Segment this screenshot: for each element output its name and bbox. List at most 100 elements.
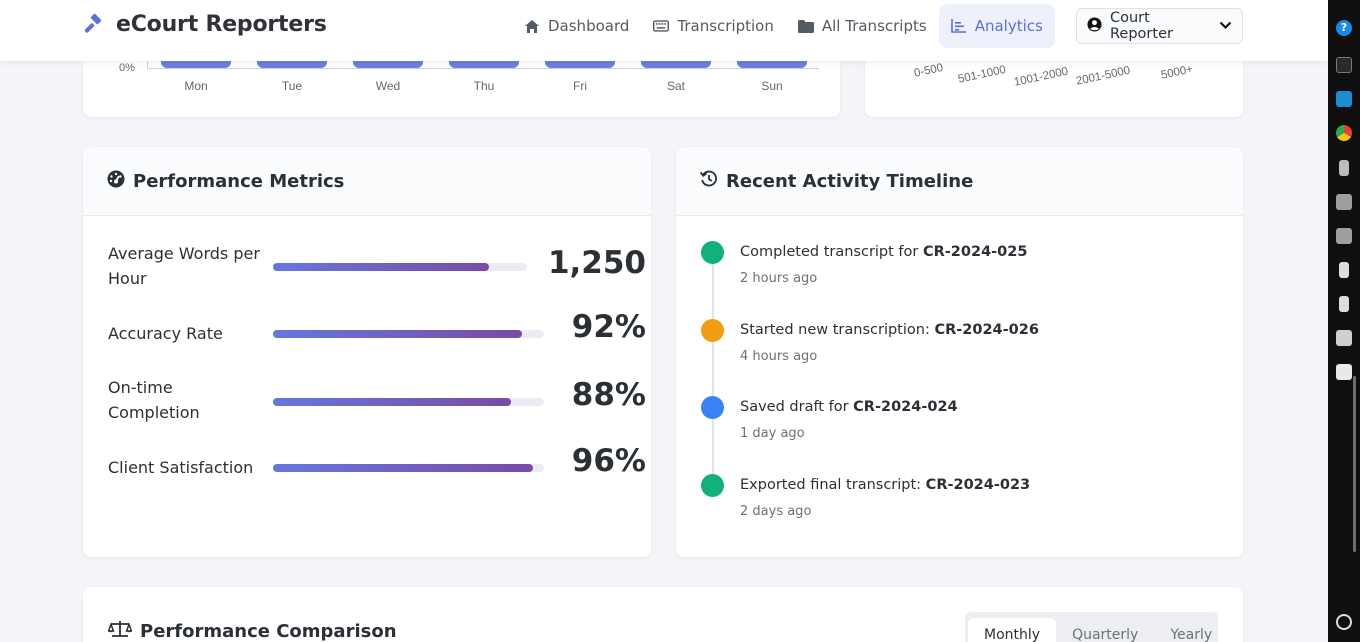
metric-progress-track <box>273 398 544 406</box>
timeline-time: 1 day ago <box>740 426 805 441</box>
dock-scrollbar[interactable] <box>1353 376 1356 552</box>
tachometer-icon <box>107 170 125 193</box>
x-tick-label: Sun <box>761 79 783 93</box>
timeline-time: 2 days ago <box>740 504 812 519</box>
timeline-case-id[interactable]: CR-2024-025 <box>923 244 1027 260</box>
range-tick-label: 0-500 <box>913 61 945 80</box>
timeline-connector <box>712 252 714 492</box>
metric-label: Client Satisfaction <box>108 458 254 477</box>
nav-analytics-label: Analytics <box>974 17 1043 35</box>
metric-progress-fill <box>273 398 512 406</box>
tab-yearly[interactable]: Yearly <box>1154 618 1228 642</box>
activity-timeline-title: Recent Activity Timeline <box>726 170 974 192</box>
home-icon <box>524 18 540 34</box>
activity-timeline-card: Recent Activity Timeline Completed trans… <box>676 147 1243 557</box>
range-tick-label: 5000+ <box>1160 63 1195 82</box>
performance-comparison-header: Performance Comparison <box>107 620 397 642</box>
x-tick-label: Mon <box>184 79 208 93</box>
folder-icon <box>797 18 814 34</box>
terminal-icon[interactable] <box>1336 57 1352 73</box>
gavel-icon <box>82 13 106 37</box>
metric-value: 88% <box>571 377 646 413</box>
chart-line-icon <box>951 18 967 34</box>
nav-transcription-label: Transcription <box>677 17 774 35</box>
timeline-text: Completed transcript for CR-2024-025 <box>740 241 1027 263</box>
activity-timeline-header: Recent Activity Timeline <box>676 147 1243 216</box>
settings-icon[interactable] <box>1336 614 1352 630</box>
metric-label: Average Words per Hour <box>108 244 260 288</box>
camera-icon[interactable] <box>1336 330 1352 346</box>
timeline-description: Exported final transcript: <box>740 477 926 493</box>
nav-transcription[interactable]: Transcription <box>641 4 785 48</box>
timeline-dot <box>701 241 724 264</box>
nav-links: Dashboard Transcription All Transcripts … <box>512 4 1055 48</box>
chart-x-axis <box>147 68 819 69</box>
timeline-case-id[interactable]: CR-2024-023 <box>926 477 1030 493</box>
timeline-case-id[interactable]: CR-2024-026 <box>934 322 1038 338</box>
metric-label: Accuracy Rate <box>108 324 223 343</box>
timeline-time: 4 hours ago <box>740 349 818 364</box>
performance-metrics-header: Performance Metrics <box>83 147 651 216</box>
metric-progress-fill <box>273 263 489 271</box>
disk-icon[interactable] <box>1336 194 1352 210</box>
x-tick-label: Tue <box>281 79 303 93</box>
period-toggle: Monthly Quarterly Yearly <box>965 612 1218 642</box>
x-tick-label: Wed <box>375 79 401 93</box>
timeline-text: Saved draft for CR-2024-024 <box>740 396 958 418</box>
timeline-dot <box>701 474 724 497</box>
timeline-text: Exported final transcript: CR-2024-023 <box>740 474 1030 496</box>
timeline-case-id[interactable]: CR-2024-024 <box>853 399 957 415</box>
nav-analytics[interactable]: Analytics <box>938 4 1055 48</box>
timeline-dot <box>701 396 724 419</box>
tab-monthly[interactable]: Monthly <box>968 618 1057 642</box>
performance-comparison-title: Performance Comparison <box>140 621 397 642</box>
timeline-dot <box>701 319 724 342</box>
timeline-time: 2 hours ago <box>740 271 818 286</box>
tab-quarterly[interactable]: Quarterly <box>1056 618 1154 642</box>
brand[interactable]: eCourt Reporters <box>82 12 327 37</box>
brand-name: eCourt Reporters <box>116 12 327 37</box>
user-menu-button[interactable]: Court Reporter <box>1076 8 1243 44</box>
metric-value: 92% <box>571 309 646 345</box>
performance-metrics-card: Performance Metrics Average Words per Ho… <box>83 147 651 557</box>
range-tick-label: 501-1000 <box>957 63 1008 86</box>
timeline-description: Started new transcription: <box>740 322 935 338</box>
x-tick-label: Fri <box>573 79 587 93</box>
trash-icon[interactable] <box>1336 364 1352 380</box>
user-menu-label: Court Reporter <box>1110 10 1173 42</box>
chrome-icon[interactable] <box>1336 125 1352 141</box>
performance-metrics-title: Performance Metrics <box>133 170 345 192</box>
timeline-description: Completed transcript for <box>740 244 923 260</box>
user-circle-icon <box>1087 16 1102 36</box>
timeline-text: Started new transcription: CR-2024-026 <box>740 319 1039 341</box>
metric-progress-fill <box>273 330 523 338</box>
x-tick-label: Thu <box>473 79 495 93</box>
performance-comparison-card: Performance Comparison Monthly Quarterly… <box>83 587 1243 642</box>
chevron-down-icon <box>1219 18 1232 34</box>
device-icon-2[interactable] <box>1339 296 1349 312</box>
device-icon[interactable] <box>1339 262 1349 278</box>
metric-value: 96% <box>571 443 646 479</box>
metric-progress-track <box>273 263 527 271</box>
metric-progress-track <box>273 464 544 472</box>
timeline-description: Saved draft for <box>740 399 854 415</box>
metric-value: 1,250 <box>547 245 646 281</box>
x-tick-label: Sat <box>666 79 685 93</box>
system-dock: ? <box>1328 0 1360 642</box>
range-tick-label: 2001-5000 <box>1075 64 1132 88</box>
top-navbar: eCourt Reporters Dashboard Transcription… <box>0 0 1328 61</box>
nav-dashboard-label: Dashboard <box>548 17 630 35</box>
y-tick-label: 0% <box>119 62 135 74</box>
metric-progress-track <box>273 330 544 338</box>
vscode-icon[interactable] <box>1336 91 1352 107</box>
metric-label: On-time Completion <box>108 378 200 422</box>
disk-icon-2[interactable] <box>1336 228 1352 244</box>
range-tick-label: 1001-2000 <box>1013 65 1070 89</box>
nav-dashboard[interactable]: Dashboard <box>512 4 641 48</box>
drive-icon[interactable] <box>1339 160 1349 176</box>
nav-all-transcripts[interactable]: All Transcripts <box>786 4 939 48</box>
nav-all-transcripts-label: All Transcripts <box>821 17 927 35</box>
keyboard-icon <box>653 18 670 34</box>
help-icon[interactable]: ? <box>1336 20 1352 36</box>
history-icon <box>699 170 718 193</box>
